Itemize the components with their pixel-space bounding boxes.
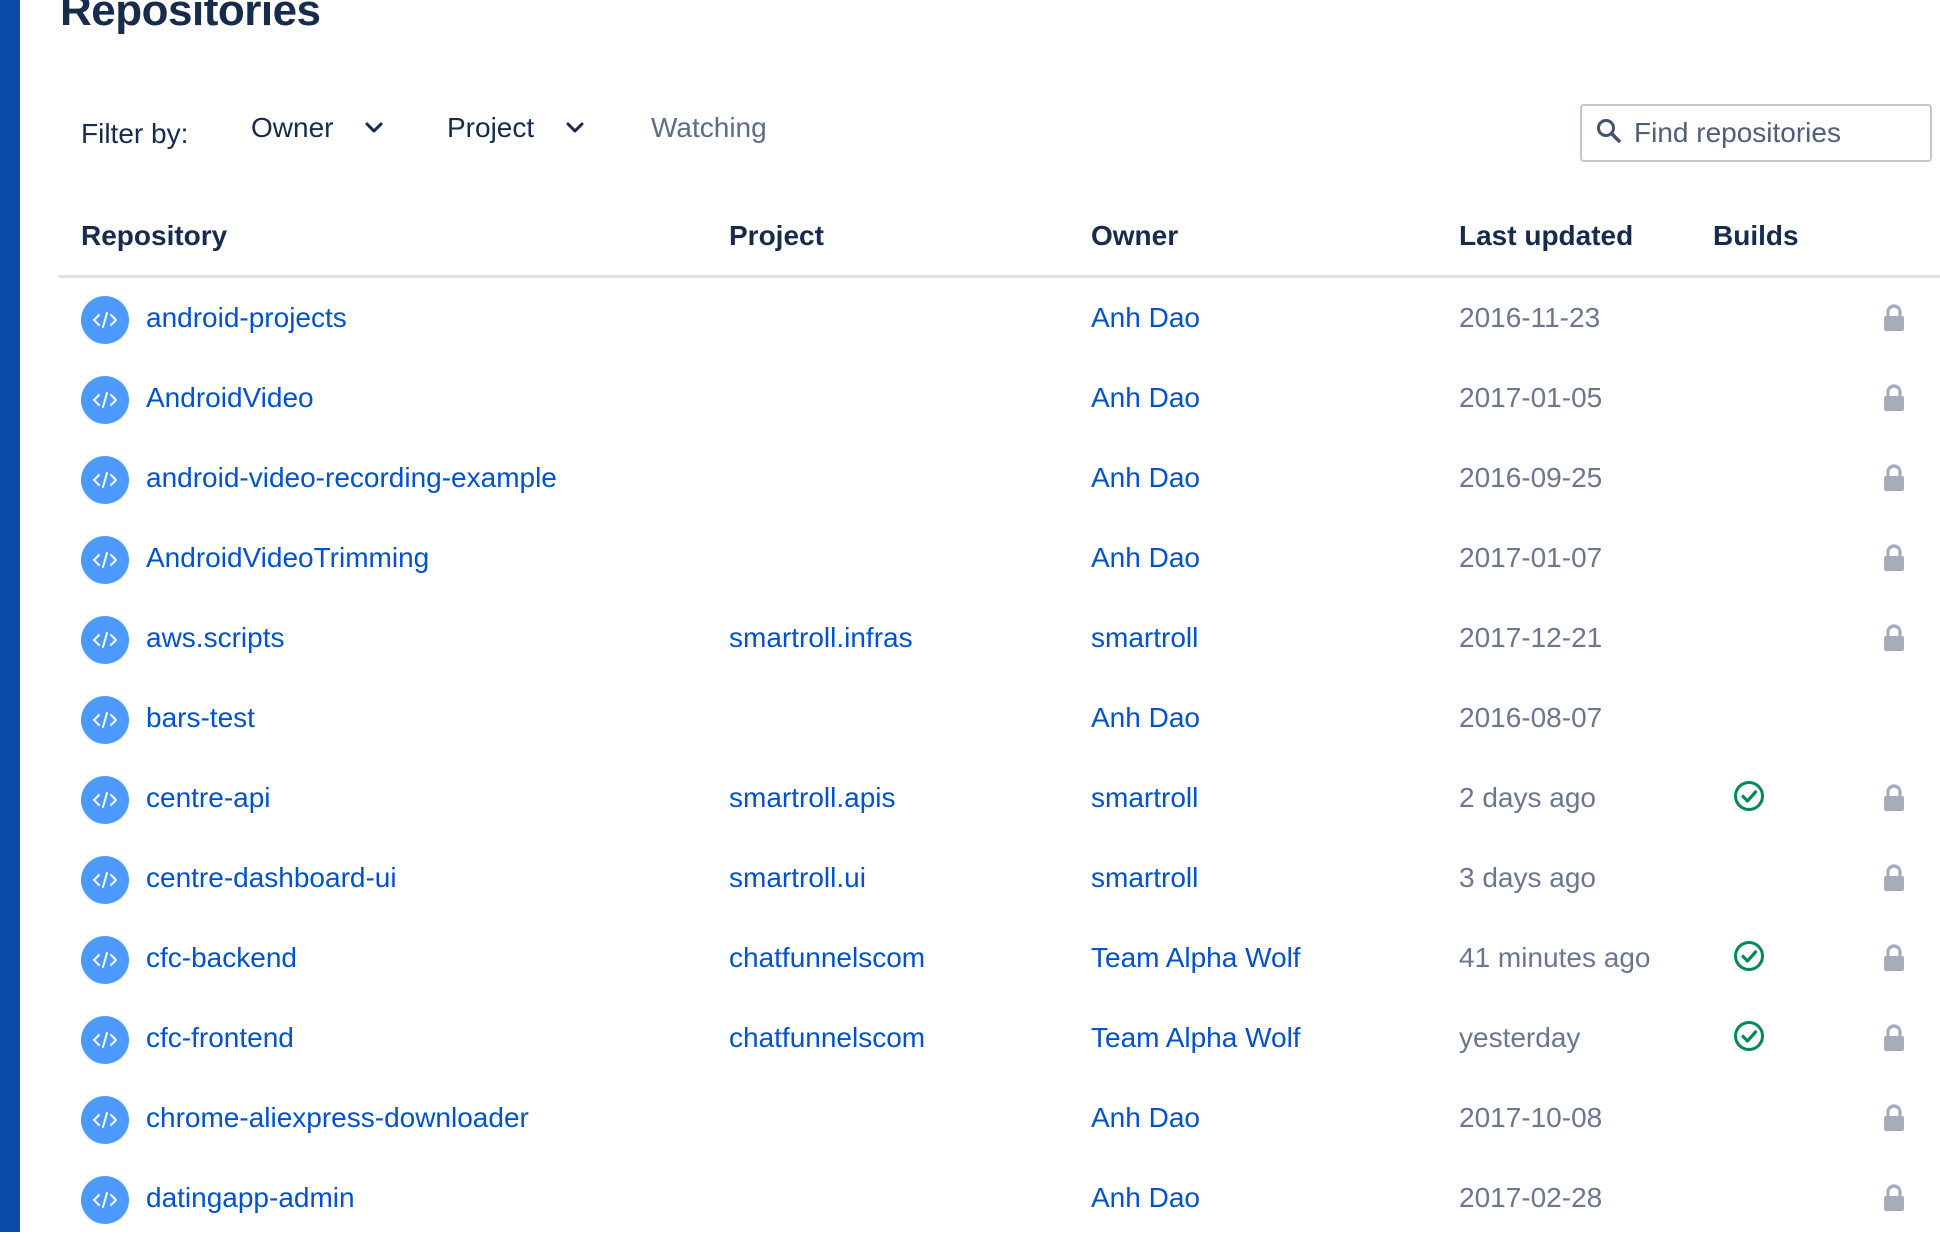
check-circle-icon[interactable] [1733, 780, 1765, 812]
owner-link[interactable]: Anh Dao [1091, 542, 1200, 574]
lock-icon [1883, 944, 1905, 972]
owner-link[interactable]: Anh Dao [1091, 1182, 1200, 1214]
code-icon [81, 856, 129, 904]
repository-link[interactable]: datingapp-admin [146, 1182, 355, 1214]
project-link[interactable]: chatfunnelscom [729, 1022, 925, 1054]
search-icon [1596, 118, 1622, 149]
last-updated-text: 2016-11-23 [1459, 302, 1601, 333]
search-box[interactable] [1580, 104, 1932, 162]
last-updated-text: 41 minutes ago [1459, 942, 1651, 973]
check-circle-icon[interactable] [1733, 940, 1765, 972]
last-updated-text: yesterday [1459, 1022, 1581, 1053]
project-filter-label: Project [447, 112, 535, 143]
code-icon [81, 456, 129, 504]
column-header-last-updated[interactable]: Last updated [1459, 220, 1633, 252]
header-divider [58, 275, 1940, 278]
project-link[interactable]: smartroll.infras [729, 622, 913, 654]
owner-link[interactable]: Anh Dao [1091, 302, 1200, 334]
code-icon [81, 536, 129, 584]
project-link[interactable]: smartroll.apis [729, 782, 895, 814]
repository-link[interactable]: aws.scripts [146, 622, 284, 654]
lock-icon [1883, 624, 1905, 652]
repository-list: android-projects Anh Dao 2016-11-23 Andro… [0, 280, 1940, 1240]
repository-link[interactable]: AndroidVideo [146, 382, 314, 414]
repository-link[interactable]: android-projects [146, 302, 347, 334]
table-row[interactable]: bars-test Anh Dao 2016-08-07 [0, 680, 1940, 760]
lock-icon [1883, 304, 1905, 332]
repository-link[interactable]: centre-dashboard-ui [146, 862, 397, 894]
table-row[interactable]: cfc-frontend chatfunnelscom Team Alpha Wol… [0, 1000, 1940, 1080]
owner-link[interactable]: Anh Dao [1091, 462, 1200, 494]
table-row[interactable]: android-projects Anh Dao 2016-11-23 [0, 280, 1940, 360]
repository-link[interactable]: AndroidVideoTrimming [146, 542, 429, 574]
table-row[interactable]: android-video-recording-example Anh Dao 2… [0, 440, 1940, 520]
column-header-repository[interactable]: Repository [81, 220, 227, 252]
last-updated-text: 2 days ago [1459, 782, 1596, 813]
table-row[interactable]: cfc-backend chatfunnelscom Team Alpha Wolf… [0, 920, 1940, 1000]
table-row[interactable]: AndroidVideo Anh Dao 2017-01-05 [0, 360, 1940, 440]
table-row[interactable]: aws.scripts smartroll.infras smartroll 201… [0, 600, 1940, 680]
table-row[interactable]: centre-api smartroll.apis smartroll 2 days… [0, 760, 1940, 840]
project-link[interactable]: smartroll.ui [729, 862, 866, 894]
code-icon [81, 1096, 129, 1144]
column-header-builds: Builds [1713, 220, 1799, 251]
code-icon [81, 616, 129, 664]
owner-link[interactable]: smartroll [1091, 782, 1198, 814]
lock-icon [1883, 464, 1905, 492]
owner-filter-dropdown[interactable]: Owner [251, 112, 383, 144]
filter-label: Filter by: [81, 118, 189, 149]
chevron-down-icon [566, 122, 584, 134]
table-row[interactable]: centre-dashboard-ui smartroll.ui smartroll… [0, 840, 1940, 920]
repository-link[interactable]: bars-test [146, 702, 255, 734]
lock-icon [1883, 784, 1905, 812]
owner-filter-label: Owner [251, 112, 334, 143]
owner-link[interactable]: smartroll [1091, 862, 1198, 894]
code-icon [81, 936, 129, 984]
last-updated-text: 2017-02-28 [1459, 1182, 1603, 1213]
code-icon [81, 1016, 129, 1064]
repository-link[interactable]: cfc-frontend [146, 1022, 294, 1054]
table-row[interactable]: chrome-aliexpress-downloader Anh Dao 2017… [0, 1080, 1940, 1160]
code-icon [81, 296, 129, 344]
project-filter-dropdown[interactable]: Project [447, 112, 584, 144]
project-link[interactable]: chatfunnelscom [729, 942, 925, 974]
last-updated-text: 2017-01-07 [1459, 542, 1603, 573]
code-icon [81, 1176, 129, 1224]
last-updated-text: 2016-09-25 [1459, 462, 1603, 493]
owner-link[interactable]: Team Alpha Wolf [1091, 942, 1301, 974]
last-updated-text: 2016-08-07 [1459, 702, 1603, 733]
lock-icon [1883, 544, 1905, 572]
lock-icon [1883, 1104, 1905, 1132]
code-icon [81, 376, 129, 424]
repository-link[interactable]: cfc-backend [146, 942, 297, 974]
lock-icon [1883, 864, 1905, 892]
owner-link[interactable]: Anh Dao [1091, 1102, 1200, 1134]
last-updated-text: 2017-01-05 [1459, 382, 1603, 413]
repository-link[interactable]: android-video-recording-example [146, 462, 557, 494]
check-circle-icon[interactable] [1733, 1020, 1765, 1052]
last-updated-text: 2017-10-08 [1459, 1102, 1603, 1133]
lock-icon [1883, 1184, 1905, 1212]
chevron-down-icon [365, 122, 383, 134]
table-row[interactable]: datingapp-admin Anh Dao 2017-02-28 [0, 1160, 1940, 1240]
table-row[interactable]: AndroidVideoTrimming Anh Dao 2017-01-07 [0, 520, 1940, 600]
repository-link[interactable]: centre-api [146, 782, 271, 814]
last-updated-text: 2017-12-21 [1459, 622, 1603, 653]
watching-filter[interactable]: Watching [651, 112, 767, 144]
owner-link[interactable]: Team Alpha Wolf [1091, 1022, 1301, 1054]
owner-link[interactable]: Anh Dao [1091, 702, 1200, 734]
last-updated-text: 3 days ago [1459, 862, 1596, 893]
lock-icon [1883, 384, 1905, 412]
code-icon [81, 776, 129, 824]
column-header-owner[interactable]: Owner [1091, 220, 1178, 252]
repository-link[interactable]: chrome-aliexpress-downloader [146, 1102, 529, 1134]
lock-icon [1883, 1024, 1905, 1052]
code-icon [81, 696, 129, 744]
owner-link[interactable]: smartroll [1091, 622, 1198, 654]
page-title: Repositories [60, 0, 321, 35]
column-header-project[interactable]: Project [729, 220, 824, 252]
search-input[interactable] [1632, 116, 1926, 150]
owner-link[interactable]: Anh Dao [1091, 382, 1200, 414]
